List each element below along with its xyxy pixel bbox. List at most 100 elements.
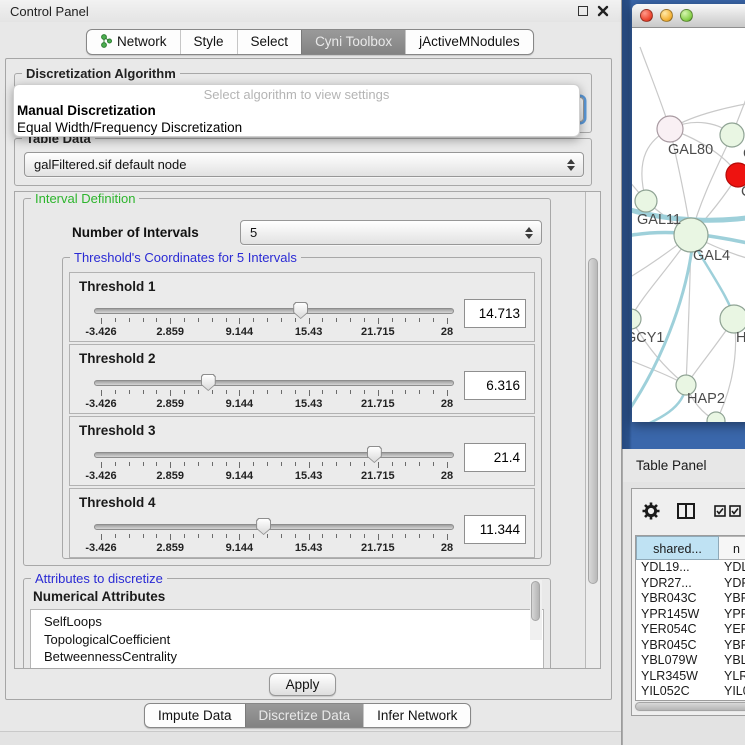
slider-tick (198, 318, 199, 322)
table-cell[interactable]: YBL079W (636, 653, 719, 669)
table-cell[interactable]: YDL19... (636, 560, 719, 576)
slider-tick (336, 462, 337, 466)
table-cell[interactable]: YPR145W (636, 607, 719, 623)
split-columns-icon[interactable] (677, 503, 695, 522)
attributes-scrollbar-thumb[interactable] (531, 581, 540, 621)
column-header-name[interactable]: n (719, 536, 745, 560)
slider-track[interactable] (94, 524, 454, 530)
table-row[interactable]: YER054CYER0 (636, 622, 745, 638)
attribute-list-item[interactable]: BetweennessCentrality (44, 648, 543, 666)
threshold-row: Threshold 2 -3.4262.8599.14415.4321.7152… (69, 344, 535, 414)
threshold-slider[interactable]: -3.4262.8599.14415.4321.71528 (94, 519, 454, 555)
table-row[interactable]: YBL079WYBL0 (636, 653, 745, 669)
table-cell[interactable]: YLR3 (719, 669, 745, 685)
threshold-slider[interactable]: -3.4262.8599.14415.4321.71528 (94, 447, 454, 483)
table-row[interactable]: YLR345WYLR3 (636, 669, 745, 685)
threshold-slider[interactable]: -3.4262.8599.14415.4321.71528 (94, 303, 454, 339)
attribute-list-item[interactable]: TopologicalCoefficient (44, 631, 543, 649)
tab-discretize-data[interactable]: Discretize Data (245, 704, 364, 727)
float-window-icon[interactable] (578, 6, 588, 16)
threshold-value-field[interactable] (464, 443, 526, 472)
slider-tick (281, 462, 282, 466)
attributes-scrollbar[interactable] (530, 580, 542, 640)
tab-jactivemnodules[interactable]: jActiveMNodules (405, 30, 533, 54)
gear-icon[interactable] (642, 502, 660, 523)
table-cell[interactable]: YDR27... (636, 576, 719, 592)
table-horizontal-scrollbar[interactable] (634, 701, 745, 712)
slider-tick (309, 534, 310, 540)
table-row[interactable]: YPR145WYPR1 (636, 607, 745, 623)
slider-thumb[interactable] (367, 446, 382, 463)
slider-tick (378, 534, 379, 540)
popup-item-equal-width-frequency[interactable]: Equal Width/Frequency Discretization (14, 120, 579, 137)
slider-thumb[interactable] (256, 518, 271, 535)
table-cell[interactable]: YLR345W (636, 669, 719, 685)
algorithm-hint: Select algorithm to view settings (14, 87, 579, 103)
slider-tick (309, 390, 310, 396)
threshold-value-field[interactable] (464, 371, 526, 400)
table-row[interactable]: YDR27...YDR2 (636, 576, 745, 592)
interval-definition-title: Interval Definition (31, 191, 139, 206)
settings-scrollbar-thumb[interactable] (588, 258, 598, 584)
table-data-combobox[interactable]: galFiltered.sif default node (24, 152, 584, 177)
threshold-slider[interactable]: -3.4262.8599.14415.4321.71528 (94, 375, 454, 411)
checkbox-icon[interactable] (714, 505, 726, 520)
popup-item-manual-discretization[interactable]: Manual Discretization (14, 103, 579, 120)
GAL80-node[interactable] (657, 116, 683, 142)
column-header-shared-name[interactable]: shared... (636, 536, 719, 560)
close-icon[interactable] (597, 5, 609, 17)
table-cell[interactable]: YER0 (719, 622, 745, 638)
slider-tick-label: -3.426 (85, 326, 116, 338)
threshold-value-field[interactable] (464, 299, 526, 328)
slider-tick (322, 318, 323, 322)
table-cell[interactable]: YBR043C (636, 591, 719, 607)
number-of-intervals-combobox[interactable]: 5 (240, 220, 542, 245)
network-node-label: C (741, 184, 745, 200)
table-cell[interactable]: YIL052C (636, 684, 719, 700)
checkbox-icon[interactable] (729, 505, 741, 520)
minimize-traffic-light-icon[interactable] (660, 9, 673, 22)
GCY1-node[interactable] (632, 309, 641, 329)
tab-cyni-toolbox[interactable]: Cyni Toolbox (301, 30, 405, 54)
table-cell[interactable]: YPR1 (719, 607, 745, 623)
settings-scrollbar[interactable] (585, 192, 600, 668)
tab-infer-network[interactable]: Infer Network (363, 704, 470, 727)
table-cell[interactable]: YBL0 (719, 653, 745, 669)
slider-track[interactable] (94, 380, 454, 386)
network-view-window[interactable]: GAL80GACGAL11GAL4GCY1HAHAP2 (632, 4, 745, 422)
numerical-attributes-list[interactable]: SelfLoopsTopologicalCoefficientBetweenne… (30, 609, 544, 669)
table-hscrollbar-thumb[interactable] (635, 702, 745, 711)
table-cell[interactable]: YIL0 (719, 684, 745, 700)
slider-tick (267, 534, 268, 538)
table-cell[interactable]: YBR0 (719, 638, 745, 654)
attribute-list-item[interactable]: SelfLoops (44, 613, 543, 631)
threshold-value-field[interactable] (464, 515, 526, 544)
table-cell[interactable]: YER054C (636, 622, 719, 638)
tab-style[interactable]: Style (180, 30, 237, 54)
GAL-node[interactable] (720, 123, 744, 147)
zoom-traffic-light-icon[interactable] (680, 9, 693, 22)
tab-network[interactable]: Network (87, 30, 180, 54)
table-cell[interactable]: YDL1 (719, 560, 745, 576)
GAL11-node[interactable] (635, 190, 657, 212)
table-cell[interactable]: YBR0 (719, 591, 745, 607)
network-canvas[interactable]: GAL80GACGAL11GAL4GCY1HAHAP2 (632, 29, 745, 422)
table-cell[interactable]: YBR045C (636, 638, 719, 654)
edge-node[interactable] (707, 412, 725, 422)
slider-track[interactable] (94, 308, 454, 314)
apply-button[interactable]: Apply (269, 673, 336, 696)
network-edge[interactable] (632, 319, 686, 385)
slider-tick (143, 462, 144, 466)
slider-thumb[interactable] (201, 374, 216, 391)
close-traffic-light-icon[interactable] (640, 9, 653, 22)
tab-select[interactable]: Select (237, 30, 302, 54)
slider-thumb[interactable] (293, 302, 308, 319)
table-row[interactable]: YIL052CYIL0 (636, 684, 745, 700)
table-cell[interactable]: YDR2 (719, 576, 745, 592)
tab-impute-data[interactable]: Impute Data (145, 704, 245, 727)
table-row[interactable]: YDL19...YDL1 (636, 560, 745, 576)
H-node[interactable] (720, 305, 745, 333)
slider-track[interactable] (94, 452, 454, 458)
table-row[interactable]: YBR043CYBR0 (636, 591, 745, 607)
table-row[interactable]: YBR045CYBR0 (636, 638, 745, 654)
